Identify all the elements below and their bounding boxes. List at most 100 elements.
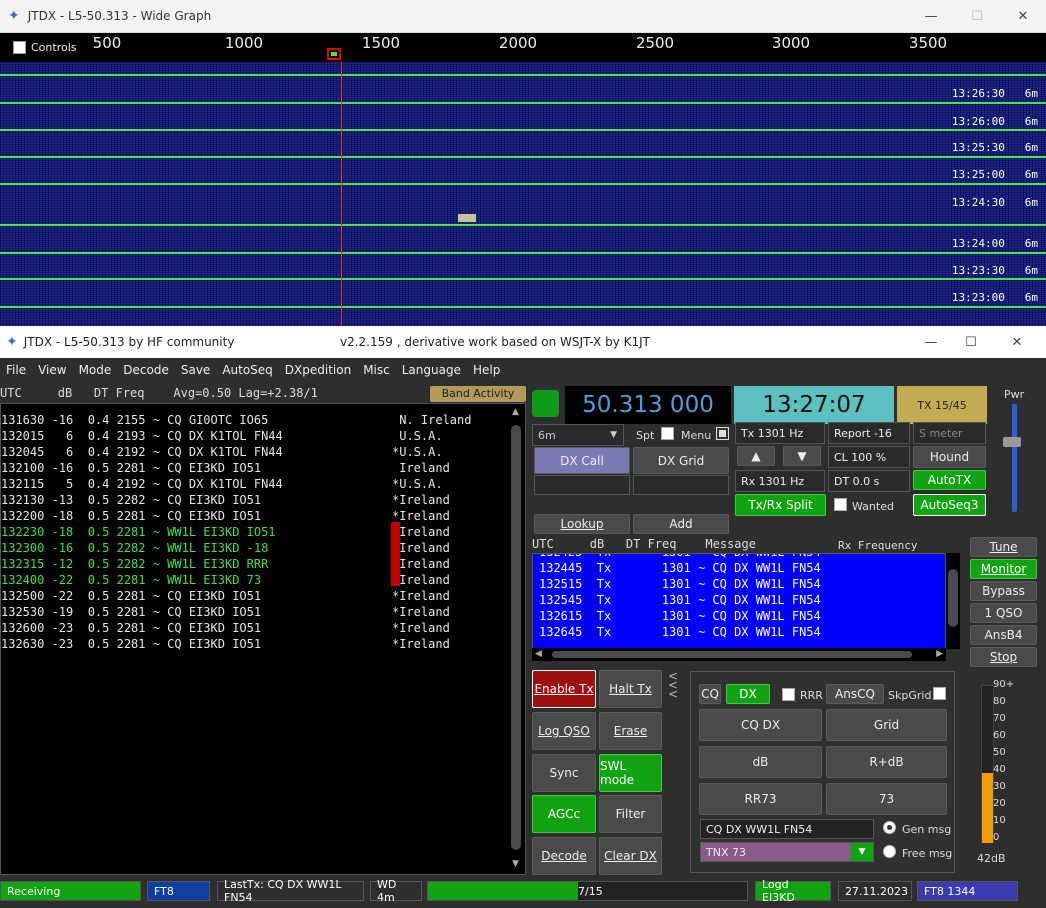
73-button[interactable]: 73 bbox=[826, 783, 947, 815]
band-activity-line[interactable]: 132400 -22 0.5 2281 ~ WW1L EI3KD 73 *Irel… bbox=[1, 572, 450, 588]
band-activity-line[interactable]: 132200 -18 0.5 2281 ~ CQ EI3KD IO51 *Irel… bbox=[1, 508, 450, 524]
rx-list-scrollbar[interactable] bbox=[946, 553, 960, 649]
autotx-button[interactable]: AutoTX bbox=[913, 470, 986, 490]
one-qso-button[interactable]: 1 QSO bbox=[970, 603, 1037, 623]
menu-decode[interactable]: Decode bbox=[117, 363, 175, 377]
gen-message-input[interactable]: CQ DX WW1L FN54 bbox=[700, 819, 874, 839]
waterfall-display[interactable]: 13:26:30 6m 13:26:00 6m 13:25:30 6m 13:2… bbox=[0, 62, 1046, 328]
rx-list-hscrollbar[interactable]: ◀ ▶ bbox=[532, 648, 946, 661]
agcc-button[interactable]: AGCc bbox=[532, 795, 596, 833]
scroll-thumb[interactable] bbox=[511, 425, 521, 850]
rx-list-line[interactable]: 132445 Tx 1301 ~ CQ DX WW1L FN54 bbox=[539, 560, 821, 576]
band-activity-line[interactable]: 132115 5 0.4 2192 ~ CQ DX K1TOL FN44 *U.S… bbox=[1, 476, 443, 492]
scroll-left-icon[interactable]: ◀ bbox=[535, 649, 542, 659]
filter-button[interactable]: Filter bbox=[599, 795, 662, 833]
dx-call-input[interactable] bbox=[534, 475, 630, 495]
scroll-thumb[interactable] bbox=[552, 651, 912, 658]
band-activity-line[interactable]: 132230 -18 0.5 2281 ~ WW1L EI3KD IO51 Ir… bbox=[1, 524, 450, 540]
wanted-checkbox[interactable] bbox=[834, 498, 847, 511]
monitor-button[interactable]: Monitor bbox=[970, 559, 1037, 579]
scroll-thumb[interactable] bbox=[948, 569, 958, 627]
band-activity-line[interactable]: 132015 6 0.4 2193 ~ CQ DX K1TOL FN44 U.S… bbox=[1, 428, 443, 444]
txrx-split-button[interactable]: Tx/Rx Split bbox=[735, 494, 826, 516]
rx-tx-marker[interactable] bbox=[327, 48, 341, 60]
maximize-button[interactable]: ☐ bbox=[948, 326, 994, 358]
menu-view[interactable]: View bbox=[32, 363, 72, 377]
grid-button[interactable]: Grid bbox=[826, 709, 947, 741]
dx-grid-input[interactable] bbox=[633, 475, 729, 495]
band-select[interactable]: 6m ▼ bbox=[532, 424, 624, 446]
rx-list-line[interactable]: 132515 Tx 1301 ~ CQ DX WW1L FN54 bbox=[539, 576, 821, 592]
skpgrid-checkbox[interactable] bbox=[933, 687, 946, 700]
controls-checkbox[interactable] bbox=[13, 41, 26, 54]
band-activity-line[interactable]: 132300 -16 0.5 2282 ~ WW1L EI3KD -18 Ire… bbox=[1, 540, 450, 556]
close-button[interactable]: ✕ bbox=[994, 326, 1040, 358]
rx-list-line[interactable]: 132545 Tx 1301 ~ CQ DX WW1L FN54 bbox=[539, 592, 821, 608]
rx-list-line[interactable]: 132615 Tx 1301 ~ CQ DX WW1L FN54 bbox=[539, 608, 821, 624]
anscq-button[interactable]: AnsCQ bbox=[826, 684, 884, 704]
power-slider-handle[interactable] bbox=[1003, 437, 1021, 447]
menu-misc[interactable]: Misc bbox=[357, 363, 396, 377]
collapse-arrows-icon[interactable]: < < < bbox=[668, 670, 678, 700]
band-activity-line[interactable]: 131630 -16 0.4 2155 ~ CQ GI0OTC IO65 N. … bbox=[1, 412, 471, 428]
log-qso-button[interactable]: Log QSO bbox=[532, 712, 596, 750]
halt-tx-button[interactable]: Halt Tx bbox=[599, 670, 662, 708]
band-activity-line[interactable]: 132530 -19 0.5 2281 ~ CQ EI3KD IO51 *Irel… bbox=[1, 604, 450, 620]
power-slider-track[interactable] bbox=[1012, 404, 1017, 512]
report-box[interactable]: Report -16 bbox=[828, 422, 910, 444]
controls-toggle[interactable]: Controls bbox=[13, 41, 77, 54]
menu-mode[interactable]: Mode bbox=[73, 363, 118, 377]
frequency-scale[interactable]: Controls 500 1000 1500 2000 2500 3000 35… bbox=[0, 33, 1046, 62]
minimize-button[interactable]: — bbox=[908, 0, 954, 33]
band-activity-line[interactable]: 132315 -12 0.5 2282 ~ WW1L EI3KD RRR Ire… bbox=[1, 556, 450, 572]
menu-help[interactable]: Help bbox=[467, 363, 506, 377]
lookup-button[interactable]: Lookup bbox=[534, 514, 630, 534]
band-activity-list[interactable]: 131630 -16 0.4 2155 ~ CQ GI0OTC IO65 N. … bbox=[0, 403, 526, 875]
ansb4-button[interactable]: AnsB4 bbox=[970, 625, 1037, 645]
menu-autoseq[interactable]: AutoSeq bbox=[216, 363, 278, 377]
clear-dx-button[interactable]: Clear DX bbox=[599, 837, 662, 875]
band-activity-line[interactable]: 132600 -23 0.5 2281 ~ CQ EI3KD IO51 *Irel… bbox=[1, 620, 450, 636]
rr73-button[interactable]: RR73 bbox=[699, 783, 822, 815]
menu-dxpedition[interactable]: DXpedition bbox=[279, 363, 357, 377]
scroll-down-icon[interactable]: ▼ bbox=[512, 859, 519, 869]
close-button[interactable]: ✕ bbox=[1000, 0, 1046, 33]
maximize-button[interactable]: ☐ bbox=[954, 0, 1000, 33]
band-activity-line[interactable]: 132130 -13 0.5 2282 ~ CQ EI3KD IO51 *Irel… bbox=[1, 492, 450, 508]
band-activity-line[interactable]: 132500 -22 0.5 2281 ~ CQ EI3KD IO51 *Irel… bbox=[1, 588, 450, 604]
tx-frequency-box[interactable]: Tx 1301 Hz bbox=[735, 422, 825, 444]
freq-down-button[interactable]: ▼ bbox=[783, 446, 821, 466]
band-scrollbar[interactable]: ▲ ▼ bbox=[509, 405, 523, 871]
band-activity-line[interactable]: 132100 -16 0.5 2281 ~ CQ EI3KD IO51 Irel… bbox=[1, 460, 450, 476]
rrr-checkbox[interactable] bbox=[782, 688, 795, 701]
band-activity-button[interactable]: Band Activity bbox=[430, 386, 526, 402]
dx-call-button[interactable]: DX Call bbox=[534, 447, 630, 474]
free-msg-radio[interactable] bbox=[883, 845, 896, 858]
add-button[interactable]: Add bbox=[633, 514, 729, 534]
tx-window-button[interactable]: TX 15/45 bbox=[897, 386, 987, 424]
db-button[interactable]: dB bbox=[699, 746, 822, 778]
rx-frequency-box[interactable]: Rx 1301 Hz bbox=[735, 470, 825, 492]
r-db-button[interactable]: R+dB bbox=[826, 746, 947, 778]
rx-list-line[interactable]: 132425 Tx 1301 ~ CQ DX WW1L FN54 bbox=[539, 554, 821, 560]
rx-frequency-list[interactable]: 132425 Tx 1301 ~ CQ DX WW1L FN54132445 T… bbox=[532, 553, 946, 649]
menu-file[interactable]: File bbox=[0, 363, 32, 377]
rx-list-line[interactable]: 132645 Tx 1301 ~ CQ DX WW1L FN54 bbox=[539, 624, 821, 640]
menu-checkbox[interactable] bbox=[716, 427, 729, 440]
menu-language[interactable]: Language bbox=[396, 363, 467, 377]
stop-button[interactable]: Stop bbox=[970, 647, 1037, 667]
cq-dx-button[interactable]: CQ DX bbox=[699, 709, 822, 741]
band-activity-line[interactable]: 132045 6 0.4 2192 ~ CQ DX K1TOL FN44 *U.S… bbox=[1, 444, 443, 460]
gen-msg-radio[interactable] bbox=[883, 821, 896, 834]
tune-button[interactable]: Tune bbox=[970, 537, 1037, 557]
bypass-button[interactable]: Bypass bbox=[970, 581, 1037, 601]
scroll-right-icon[interactable]: ▶ bbox=[936, 649, 943, 659]
band-activity-line[interactable]: 132630 -23 0.5 2281 ~ CQ EI3KD IO51 *Irel… bbox=[1, 636, 450, 652]
erase-button[interactable]: Erase bbox=[599, 712, 662, 750]
dx-grid-button[interactable]: DX Grid bbox=[633, 447, 729, 474]
dt-box[interactable]: DT 0.0 s bbox=[828, 470, 910, 492]
autoseq3-button[interactable]: AutoSeq3 bbox=[913, 494, 986, 516]
dx-button[interactable]: DX bbox=[726, 684, 770, 704]
decode-button[interactable]: Decode bbox=[532, 837, 596, 875]
free-message-select[interactable]: TNX 73 ▼ bbox=[700, 842, 874, 862]
